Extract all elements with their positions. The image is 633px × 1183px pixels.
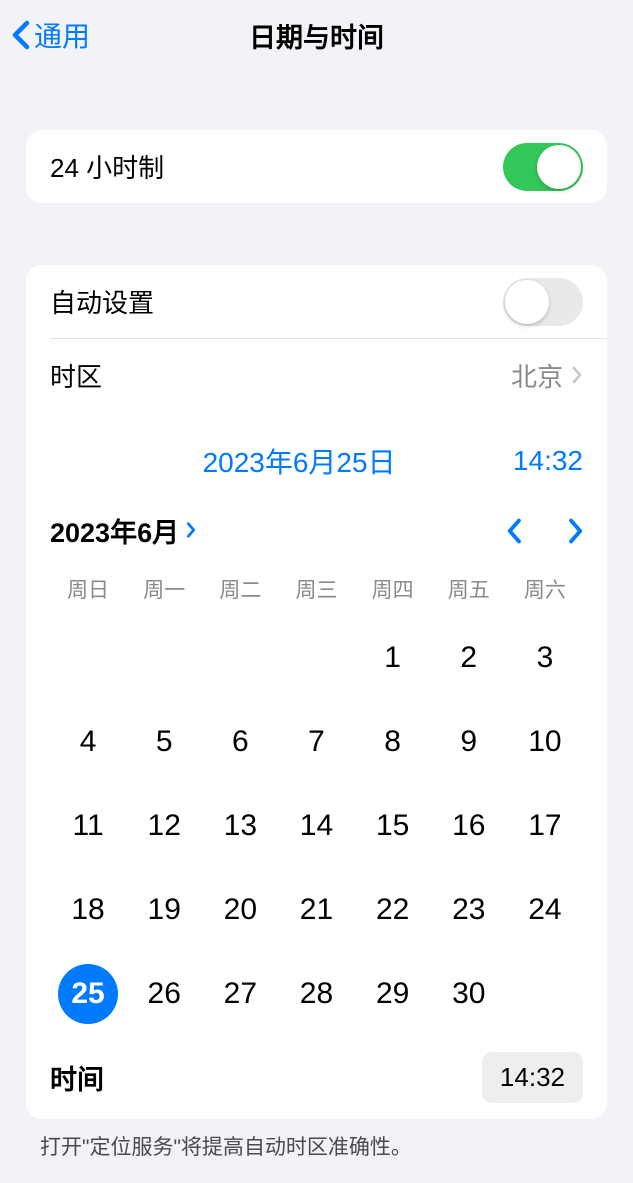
calendar-day[interactable]: 28: [278, 952, 354, 1036]
row-auto-set-label: 自动设置: [50, 283, 154, 320]
calendar-day-empty: [50, 616, 126, 700]
calendar-day-empty: [126, 616, 202, 700]
weekday-label: 周五: [431, 574, 507, 604]
calendar-day[interactable]: 26: [126, 952, 202, 1036]
row-auto-set: 自动设置: [26, 265, 607, 338]
calendar: 2023年6月 周日周一周二周三周四周五周六 12345678910111213…: [26, 491, 607, 1048]
calendar-day[interactable]: 30: [431, 952, 507, 1036]
time-label: 时间: [50, 1058, 104, 1097]
page-title: 日期与时间: [249, 16, 384, 55]
calendar-day[interactable]: 17: [507, 784, 583, 868]
calendar-day[interactable]: 13: [202, 784, 278, 868]
calendar-day[interactable]: 10: [507, 700, 583, 784]
time-display-button[interactable]: 14:32: [513, 445, 583, 477]
weekday-label: 周六: [507, 574, 583, 604]
calendar-day-empty: [278, 616, 354, 700]
time-picker-button[interactable]: 14:32: [482, 1052, 583, 1103]
calendar-day[interactable]: 23: [431, 868, 507, 952]
weekday-label: 周二: [202, 574, 278, 604]
calendar-day[interactable]: 5: [126, 700, 202, 784]
row-timezone-value: 北京: [511, 357, 563, 394]
calendar-day-empty: [202, 616, 278, 700]
calendar-day[interactable]: 24: [507, 868, 583, 952]
toggle-24-hour[interactable]: [503, 143, 583, 191]
calendar-day[interactable]: 3: [507, 616, 583, 700]
prev-month-button[interactable]: [507, 518, 523, 544]
calendar-day[interactable]: 12: [126, 784, 202, 868]
row-timezone[interactable]: 时区 北京: [50, 338, 607, 411]
month-label: 2023年6月: [50, 511, 179, 550]
calendar-day[interactable]: 11: [50, 784, 126, 868]
calendar-day[interactable]: 6: [202, 700, 278, 784]
footer-note: 打开"定位服务"将提高自动时区准确性。: [40, 1131, 593, 1161]
date-display-button[interactable]: 2023年6月25日: [203, 441, 396, 481]
calendar-day[interactable]: 29: [355, 952, 431, 1036]
calendar-day[interactable]: 18: [50, 868, 126, 952]
chevron-right-icon: [571, 365, 583, 385]
calendar-day[interactable]: 1: [355, 616, 431, 700]
calendar-day[interactable]: 9: [431, 700, 507, 784]
back-button[interactable]: 通用: [12, 15, 90, 55]
row-timezone-label: 时区: [50, 357, 102, 394]
row-24-hour-label: 24 小时制: [50, 148, 164, 185]
weekday-label: 周一: [126, 574, 202, 604]
calendar-day[interactable]: 16: [431, 784, 507, 868]
weekday-label: 周三: [278, 574, 354, 604]
calendar-day[interactable]: 21: [278, 868, 354, 952]
calendar-day[interactable]: 27: [202, 952, 278, 1036]
calendar-day[interactable]: 8: [355, 700, 431, 784]
month-picker-button[interactable]: 2023年6月: [50, 511, 197, 550]
calendar-day[interactable]: 25: [50, 952, 126, 1036]
toggle-auto-set[interactable]: [503, 278, 583, 326]
calendar-day[interactable]: 20: [202, 868, 278, 952]
row-24-hour: 24 小时制: [26, 130, 607, 203]
calendar-day[interactable]: 2: [431, 616, 507, 700]
calendar-day[interactable]: 14: [278, 784, 354, 868]
calendar-day[interactable]: 4: [50, 700, 126, 784]
calendar-day[interactable]: 15: [355, 784, 431, 868]
back-label: 通用: [34, 15, 90, 55]
chevron-right-icon: [185, 515, 197, 546]
calendar-day[interactable]: 19: [126, 868, 202, 952]
chevron-left-icon: [12, 20, 30, 50]
weekday-label: 周日: [50, 574, 126, 604]
calendar-day[interactable]: 22: [355, 868, 431, 952]
calendar-day[interactable]: 7: [278, 700, 354, 784]
weekday-label: 周四: [355, 574, 431, 604]
next-month-button[interactable]: [567, 518, 583, 544]
